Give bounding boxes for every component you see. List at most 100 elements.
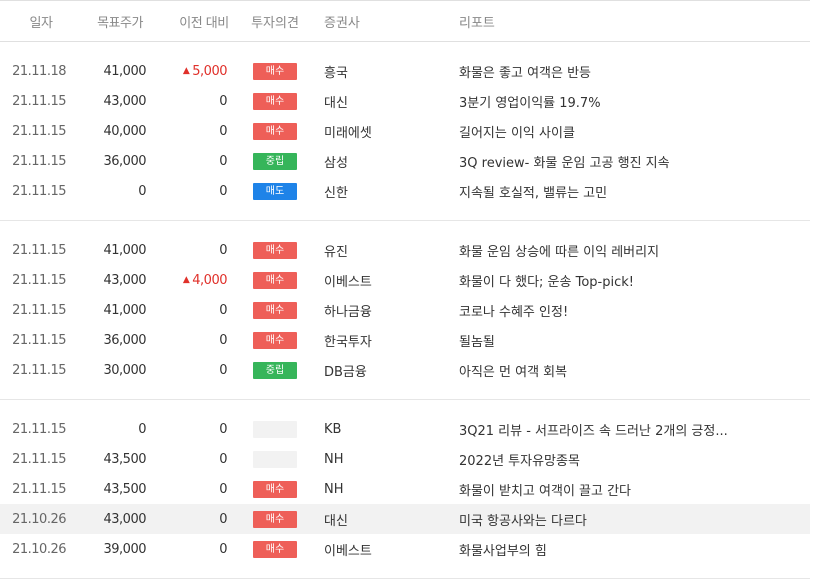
target-price: 41,000 (66, 56, 147, 86)
report-title-text[interactable]: 3Q review- 화물 운임 고공 행진 지속 (459, 152, 670, 171)
table-row[interactable]: 21.11.18 41,000 ▲ 5,000 매수 흥국 화물은 좋고 여객은 반등 (0, 56, 810, 86)
table-row[interactable]: 21.11.15 36,000 0 매수 한국투자 될놈될 (0, 325, 810, 355)
broker-name: 이베스트 (324, 534, 444, 564)
price-change-value: 0 (219, 242, 227, 258)
table-row[interactable]: 21.10.26 43,000 0 매수 대신 미국 항공사와는 다르다 (0, 504, 810, 534)
report-title[interactable]: 3분기 영업이익률 19.7% (459, 86, 804, 116)
opinion-badge: 매수 (253, 301, 297, 319)
table-row[interactable]: 21.11.15 43,500 0 NH 2022년 투자유망종목 (0, 444, 810, 474)
opinion-badge: 매수 (253, 540, 297, 558)
report-title[interactable]: 화물이 받치고 여객이 끌고 간다 (459, 474, 804, 504)
header-target-price: 목표주가 (97, 15, 143, 31)
broker-name-text: 이베스트 (324, 274, 372, 290)
report-title-text[interactable]: 길어지는 이익 사이클 (459, 122, 575, 141)
report-title-text[interactable]: 화물이 다 했다; 운송 Top-pick! (459, 271, 634, 290)
table-row[interactable]: 21.11.15 41,000 0 매수 하나금융 코로나 수혜주 인정! (0, 295, 810, 325)
price-change-value: 0 (219, 123, 227, 139)
table-row[interactable]: 21.11.15 43,000 0 매수 대신 3분기 영업이익률 19.7% (0, 86, 810, 116)
target-price-text: 36,000 (103, 332, 147, 348)
opinion-cell: 매수 (253, 56, 297, 86)
table-row[interactable]: 21.11.15 0 0 매도 신한 지속될 호실적, 밸류는 고민 (0, 176, 810, 206)
opinion-cell: 중립 (253, 146, 297, 176)
report-title-text[interactable]: 화물은 좋고 여객은 반등 (459, 62, 591, 81)
report-title[interactable]: 3Q21 리뷰 - 서프라이즈 속 드러난 2개의 긍정... (459, 414, 804, 444)
opinion-cell: 매수 (253, 235, 297, 265)
report-date: 21.10.26 (0, 534, 66, 564)
report-title-text[interactable]: 화물 운임 상승에 따른 이익 레버리지 (459, 241, 659, 260)
header-opinion: 투자의견 (251, 15, 299, 31)
target-price-text: 43,500 (103, 481, 147, 497)
report-title[interactable]: 미국 항공사와는 다르다 (459, 504, 804, 534)
table-row[interactable]: 21.11.15 36,000 0 중립 삼성 3Q review- 화물 운임 고공 행… (0, 146, 810, 176)
report-title[interactable]: 코로나 수혜주 인정! (459, 295, 804, 325)
target-price-text: 43,000 (103, 511, 147, 527)
report-title-text[interactable]: 화물사업부의 힘 (459, 540, 547, 559)
report-title-text[interactable]: 아직은 먼 여객 회복 (459, 361, 567, 380)
broker-name: KB (324, 414, 444, 444)
price-change: 0 (146, 504, 227, 534)
report-title[interactable]: 화물이 다 했다; 운송 Top-pick! (459, 265, 804, 295)
price-change: 0 (146, 116, 227, 146)
report-title[interactable]: 길어지는 이익 사이클 (459, 116, 804, 146)
broker-name-text: 이베스트 (324, 543, 372, 559)
report-title[interactable]: 될놈될 (459, 325, 804, 355)
broker-name: NH (324, 444, 444, 474)
report-title[interactable]: 3Q review- 화물 운임 고공 행진 지속 (459, 146, 804, 176)
broker-name-text: 유진 (324, 244, 348, 260)
header-date: 일자 (29, 15, 53, 31)
report-date-text: 21.10.26 (12, 541, 66, 557)
report-title-text[interactable]: 3Q21 리뷰 - 서프라이즈 속 드러난 2개의 긍정... (459, 420, 728, 439)
table-row[interactable]: 21.11.15 40,000 0 매수 미래에셋 길어지는 이익 사이클 (0, 116, 810, 146)
report-title-text[interactable]: 화물이 받치고 여객이 끌고 간다 (459, 480, 631, 499)
table-row[interactable]: 21.11.15 43,500 0 매수 NH 화물이 받치고 여객이 끌고 간다 (0, 474, 810, 504)
report-date: 21.11.15 (0, 474, 66, 504)
broker-name-text: NH (324, 481, 344, 497)
report-date: 21.11.15 (0, 235, 66, 265)
target-price-text: 43,500 (103, 451, 147, 467)
report-title-text[interactable]: 2022년 투자유망종목 (459, 450, 580, 469)
report-date: 21.11.15 (0, 265, 66, 295)
report-title[interactable]: 화물 운임 상승에 따른 이익 레버리지 (459, 235, 804, 265)
opinion-badge: 매수 (253, 510, 297, 528)
table-row[interactable]: 21.11.15 41,000 0 매수 유진 화물 운임 상승에 따른 이익 레버리지 (0, 235, 810, 265)
report-date-text: 21.11.15 (12, 332, 66, 348)
table-row[interactable]: 21.11.15 0 0 KB 3Q21 리뷰 - 서프라이즈 속 드러난 2개의 긍정… (0, 414, 810, 444)
table-row[interactable]: 21.11.15 30,000 0 중립 DB금융 아직은 먼 여객 회복 (0, 355, 810, 385)
target-price: 36,000 (66, 146, 147, 176)
report-date: 21.11.15 (0, 444, 66, 474)
table-row[interactable]: 21.11.15 43,000 ▲ 4,000 매수 이베스트 화물이 다 했다; 운송 T… (0, 265, 810, 295)
opinion-cell: 매수 (253, 295, 297, 325)
up-arrow-icon: ▲ (182, 275, 190, 285)
price-change-value: 0 (219, 481, 227, 497)
table-row[interactable]: 21.10.26 39,000 0 매수 이베스트 화물사업부의 힘 (0, 534, 810, 564)
report-title[interactable]: 화물은 좋고 여객은 반등 (459, 56, 804, 86)
report-title[interactable]: 화물사업부의 힘 (459, 534, 804, 564)
broker-name: 신한 (324, 176, 444, 206)
price-change: 0 (146, 86, 227, 116)
report-title-text[interactable]: 지속될 호실적, 밸류는 고민 (459, 182, 607, 201)
opinion-badge: 매수 (253, 62, 297, 80)
report-title-text[interactable]: 미국 항공사와는 다르다 (459, 510, 587, 529)
report-date-text: 21.11.15 (12, 153, 66, 169)
broker-name: 유진 (324, 235, 444, 265)
price-change: 0 (146, 146, 227, 176)
price-change: 0 (146, 295, 227, 325)
report-title[interactable]: 아직은 먼 여객 회복 (459, 355, 804, 385)
target-price: 36,000 (66, 325, 147, 355)
report-title-text[interactable]: 될놈될 (459, 331, 495, 350)
report-title-text[interactable]: 코로나 수혜주 인정! (459, 301, 568, 320)
broker-name-text: 미래에셋 (324, 125, 372, 141)
report-title[interactable]: 2022년 투자유망종목 (459, 444, 804, 474)
opinion-cell: 매수 (253, 504, 297, 534)
broker-name-text: 흥국 (324, 65, 348, 81)
opinion-badge: 매수 (253, 92, 297, 110)
report-date-text: 21.11.15 (12, 272, 66, 288)
report-title[interactable]: 지속될 호실적, 밸류는 고민 (459, 176, 804, 206)
report-date-text: 21.11.15 (12, 362, 66, 378)
report-title-text[interactable]: 3분기 영업이익률 19.7% (459, 92, 601, 111)
opinion-cell: 매수 (253, 86, 297, 116)
report-date: 21.11.15 (0, 355, 66, 385)
price-change: 0 (146, 235, 227, 265)
opinion-badge: 중립 (253, 361, 297, 379)
broker-name: 이베스트 (324, 265, 444, 295)
